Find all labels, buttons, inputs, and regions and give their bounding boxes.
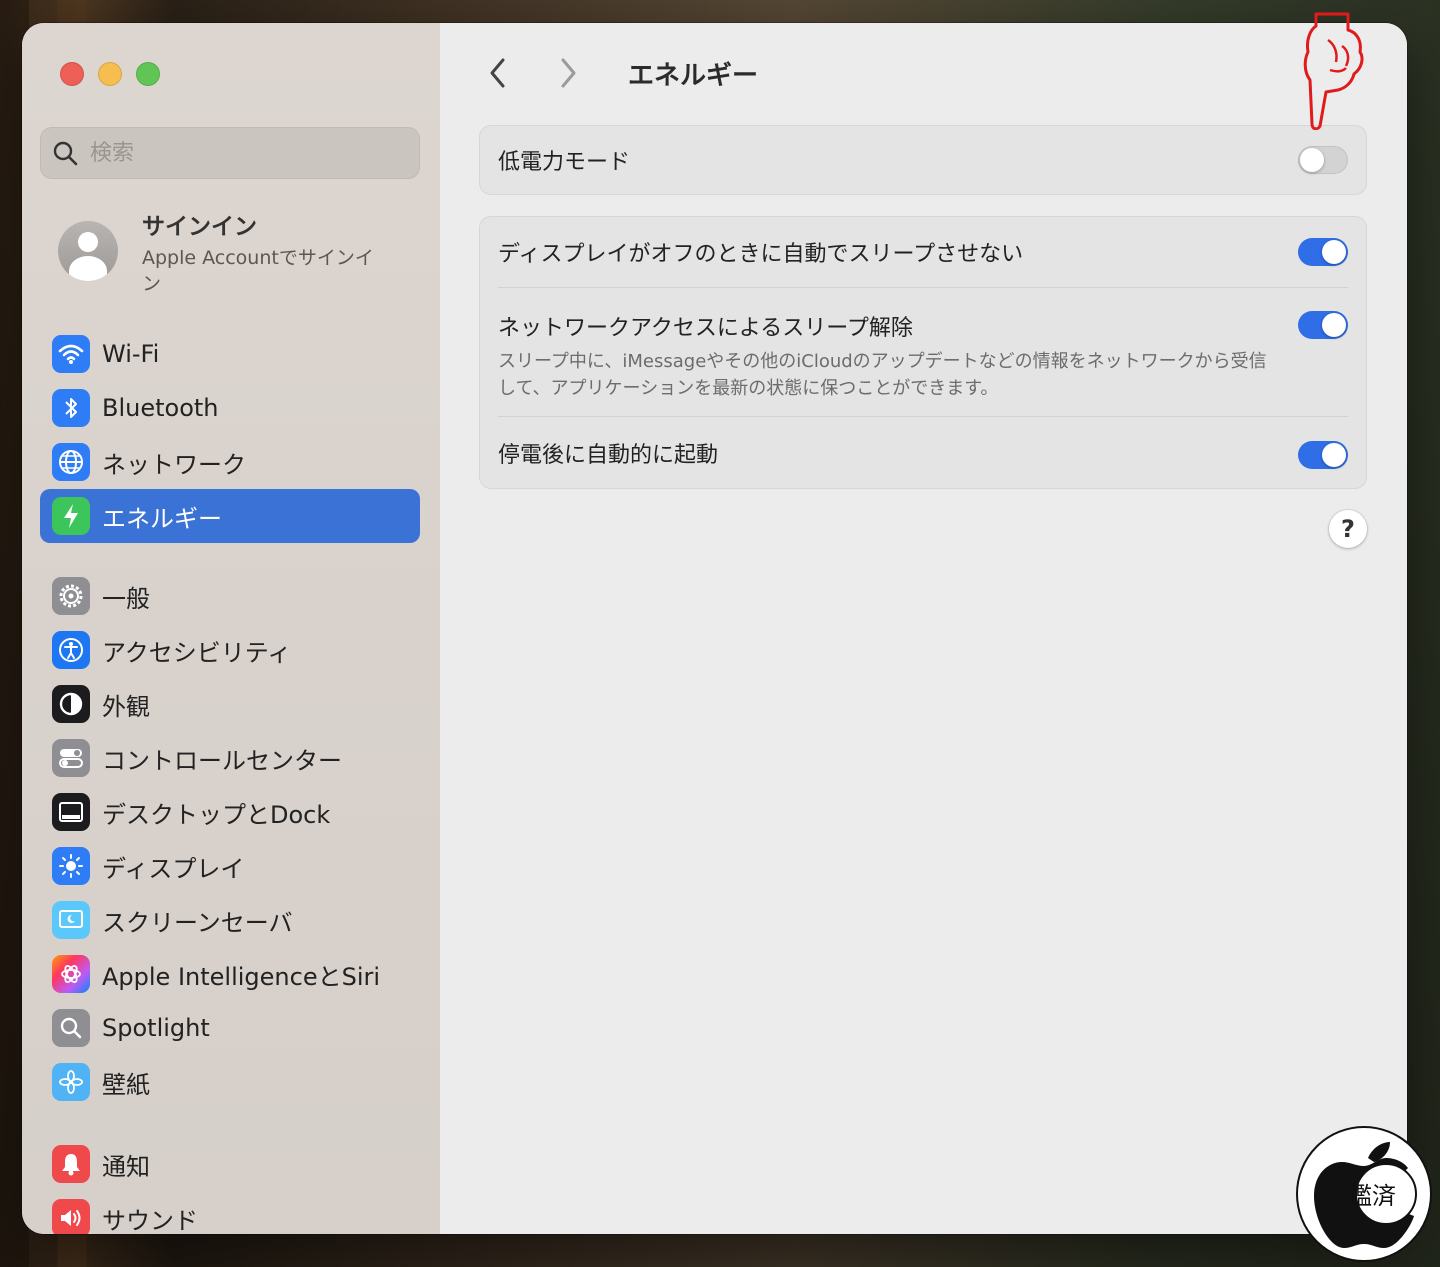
avatar <box>58 221 118 281</box>
screensaver-icon <box>52 901 90 939</box>
search-field[interactable] <box>40 127 420 179</box>
sidebar-item-label: コントロールセンター <box>102 746 342 775</box>
accessibility-icon <box>52 631 90 669</box>
sidebar-item-label: アクセシビリティ <box>102 638 292 667</box>
wake-network-label: ネットワークアクセスによるスリープ解除 <box>498 316 913 341</box>
search-icon <box>53 141 78 166</box>
sidebar-item-label: Wi-Fi <box>102 340 160 368</box>
setting-row: ネットワークアクセスによるスリープ解除 スリープ中に、iMessageやその他の… <box>498 288 1348 417</box>
settings-window: サインイン Apple Accountでサインイン Wi-Fi Bluetoot… <box>22 23 1407 1234</box>
dock-icon <box>52 793 90 831</box>
low-power-card: 低電力モード <box>479 125 1367 195</box>
sidebar-item-display[interactable]: ディスプレイ <box>40 839 420 893</box>
display-icon <box>52 847 90 885</box>
sidebar-item-label: ネットワーク <box>102 450 246 479</box>
sidebar: サインイン Apple Accountでサインイン Wi-Fi Bluetoot… <box>22 23 441 1234</box>
sidebar-item-label: 壁紙 <box>102 1070 150 1099</box>
sidebar-item-label: 外観 <box>102 692 150 721</box>
help-button[interactable]: ? <box>1329 510 1367 548</box>
stamp-watermark: 鑑済 <box>1296 1126 1432 1262</box>
low-power-label: 低電力モード <box>498 150 631 175</box>
wake-network-description: スリープ中に、iMessageやその他のiCloudのアップデートなどの情報をネ… <box>498 351 1267 399</box>
minimize-button[interactable] <box>98 62 122 86</box>
account-signin[interactable]: サインイン Apple Accountでサインイン <box>58 205 382 297</box>
sidebar-item-control-center[interactable]: コントロールセンター <box>40 731 420 785</box>
sidebar-item-label: ディスプレイ <box>102 854 245 883</box>
sidebar-item-spotlight[interactable]: Spotlight <box>40 1001 420 1055</box>
prevent-sleep-label: ディスプレイがオフのときに自動でスリープさせない <box>498 241 1024 267</box>
sidebar-item-siri[interactable]: Apple IntelligenceとSiri <box>40 947 420 1001</box>
nav-group-notifications: 通知 サウンド <box>40 1137 420 1234</box>
sidebar-item-energy[interactable]: エネルギー <box>40 489 420 543</box>
low-power-row: 低電力モード <box>498 125 1348 195</box>
globe-icon <box>52 443 90 481</box>
appearance-icon <box>52 685 90 723</box>
nav-group-connectivity: Wi-Fi Bluetooth ネットワーク エネルギー <box>40 327 420 543</box>
power-failure-start-toggle[interactable] <box>1298 441 1348 469</box>
sleep-settings-card: ディスプレイがオフのときに自動でスリープさせない ネットワークアクセスによるスリ… <box>479 216 1367 489</box>
page-title: エネルギー <box>628 60 759 91</box>
sidebar-item-label: エネルギー <box>102 504 222 533</box>
sidebar-item-wallpaper[interactable]: 壁紙 <box>40 1055 420 1109</box>
search-input[interactable] <box>88 139 392 167</box>
chevron-left-icon <box>490 58 505 88</box>
toolbar: エネルギー <box>476 51 758 95</box>
siri-icon <box>52 955 90 993</box>
spotlight-icon <box>52 1009 90 1047</box>
prevent-sleep-toggle[interactable] <box>1298 238 1348 266</box>
wallpaper-icon <box>52 1063 90 1101</box>
back-button[interactable] <box>476 51 520 95</box>
sidebar-item-general[interactable]: 一般 <box>40 569 420 623</box>
sidebar-item-label: Bluetooth <box>102 394 219 422</box>
sidebar-item-label: デスクトップとDock <box>102 800 331 829</box>
main-content: エネルギー 低電力モード ディスプレイがオフのときに自動でスリープさせない ネッ… <box>440 23 1407 1234</box>
wake-network-toggle[interactable] <box>1298 311 1348 339</box>
account-subtitle: Apple Accountでサインイン <box>142 247 374 295</box>
sidebar-item-label: サウンド <box>102 1206 198 1235</box>
zoom-button[interactable] <box>136 62 160 86</box>
bluetooth-icon <box>52 389 90 427</box>
sound-icon <box>52 1199 90 1234</box>
sidebar-item-desktop-dock[interactable]: デスクトップとDock <box>40 785 420 839</box>
power-failure-start-label: 停電後に自動的に起動 <box>498 443 719 468</box>
nav-group-general: 一般 アクセシビリティ 外観 コントロールセンター デスクトップとDock ディ… <box>40 569 420 1109</box>
sidebar-item-network[interactable]: ネットワーク <box>40 435 420 489</box>
setting-row: ディスプレイがオフのときに自動でスリープさせない <box>498 216 1348 288</box>
sidebar-item-appearance[interactable]: 外観 <box>40 677 420 731</box>
forward-button[interactable] <box>546 51 590 95</box>
close-button[interactable] <box>60 62 84 86</box>
wifi-icon <box>52 335 90 373</box>
sidebar-item-label: Spotlight <box>102 1014 210 1042</box>
pointing-hand-icon <box>1303 12 1364 130</box>
sidebar-item-wifi[interactable]: Wi-Fi <box>40 327 420 381</box>
account-title: サインイン <box>142 214 257 240</box>
setting-row: 停電後に自動的に起動 <box>498 417 1348 489</box>
window-controls <box>60 62 160 86</box>
notification-icon <box>52 1145 90 1183</box>
sidebar-item-bluetooth[interactable]: Bluetooth <box>40 381 420 435</box>
chevron-right-icon <box>561 58 576 88</box>
sidebar-item-accessibility[interactable]: アクセシビリティ <box>40 623 420 677</box>
sidebar-item-screensaver[interactable]: スクリーンセーバ <box>40 893 420 947</box>
stamp-label: 鑑済 <box>1348 1182 1396 1210</box>
sidebar-item-label: スクリーンセーバ <box>102 908 293 937</box>
gear-icon <box>52 577 90 615</box>
sidebar-item-label: 通知 <box>102 1152 150 1181</box>
control-center-icon <box>52 739 90 777</box>
bolt-icon <box>52 497 90 535</box>
sidebar-item-label: 一般 <box>102 584 150 613</box>
sidebar-item-sound[interactable]: サウンド <box>40 1191 420 1234</box>
sidebar-item-notifications[interactable]: 通知 <box>40 1137 420 1191</box>
sidebar-item-label: Apple IntelligenceとSiri <box>102 962 381 991</box>
low-power-toggle[interactable] <box>1298 146 1348 174</box>
